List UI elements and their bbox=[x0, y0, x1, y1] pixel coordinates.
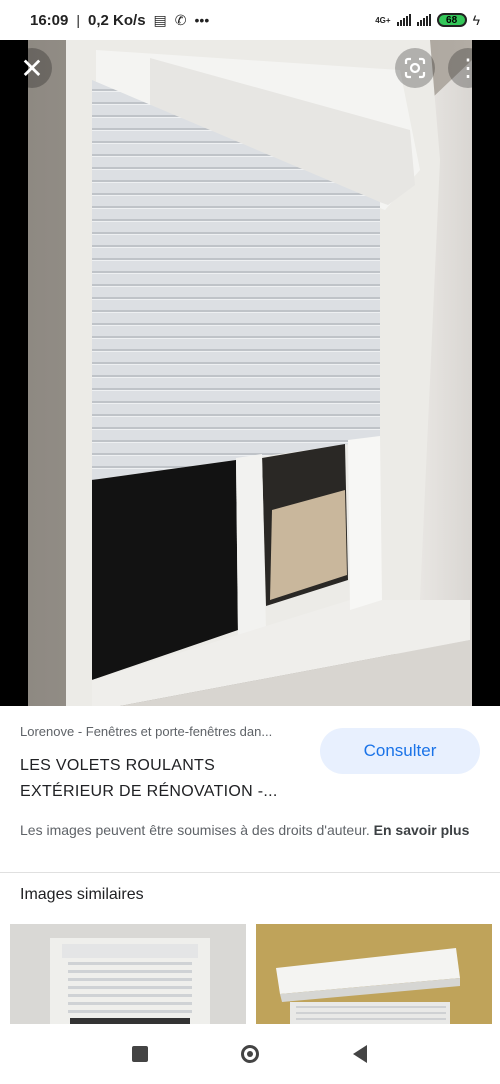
more-options-button[interactable]: ⋮ bbox=[448, 48, 488, 88]
square-icon bbox=[132, 1046, 148, 1062]
image-title[interactable]: LES VOLETS ROULANTS EXTÉRIEUR DE RÉNOVAT… bbox=[20, 753, 310, 805]
divider bbox=[0, 872, 500, 873]
back-button[interactable] bbox=[345, 1039, 375, 1069]
rolling-shutter-photo bbox=[0, 40, 500, 706]
image-info-panel: Lorenove - Fenêtres et porte-fenêtres da… bbox=[0, 706, 500, 872]
status-bar: 16:09 | 0,2 Ko/s ▤ ✆ ••• 4G+ 68 ϟ bbox=[0, 0, 500, 40]
status-speed: 0,2 Ko/s bbox=[88, 11, 146, 29]
image-viewer[interactable]: ✕ ⋮ bbox=[0, 40, 500, 706]
source-link[interactable]: Lorenove - Fenêtres et porte-fenêtres da… bbox=[20, 724, 310, 739]
close-icon: ✕ bbox=[20, 52, 44, 84]
battery-icon: 68 bbox=[436, 13, 467, 27]
system-navigation-bar bbox=[0, 1024, 500, 1084]
whatsapp-icon: ✆ bbox=[174, 11, 187, 28]
home-button[interactable] bbox=[235, 1039, 265, 1069]
similar-images-heading: Images similaires bbox=[20, 886, 144, 903]
consult-button[interactable]: Consulter bbox=[320, 728, 480, 774]
more-vert-icon: ⋮ bbox=[456, 54, 480, 82]
recents-button[interactable] bbox=[125, 1039, 155, 1069]
back-icon bbox=[353, 1045, 367, 1063]
home-icon bbox=[241, 1045, 259, 1063]
network-type-label: 4G+ bbox=[375, 15, 391, 25]
status-time: 16:09 bbox=[30, 11, 69, 29]
message-icon: ▤ bbox=[153, 11, 167, 28]
signal-icon-2 bbox=[416, 14, 431, 26]
similar-image-1[interactable] bbox=[10, 924, 246, 1024]
similar-image-2[interactable] bbox=[256, 924, 492, 1024]
google-lens-button[interactable] bbox=[395, 48, 435, 88]
charging-icon: ϟ bbox=[472, 12, 480, 28]
close-button[interactable]: ✕ bbox=[12, 48, 52, 88]
copyright-notice: Les images peuvent être soumises à des d… bbox=[20, 822, 470, 838]
learn-more-link[interactable]: En savoir plus bbox=[374, 822, 470, 838]
signal-icon bbox=[396, 14, 411, 26]
more-dots-icon: ••• bbox=[194, 12, 210, 28]
google-lens-icon bbox=[404, 57, 426, 79]
